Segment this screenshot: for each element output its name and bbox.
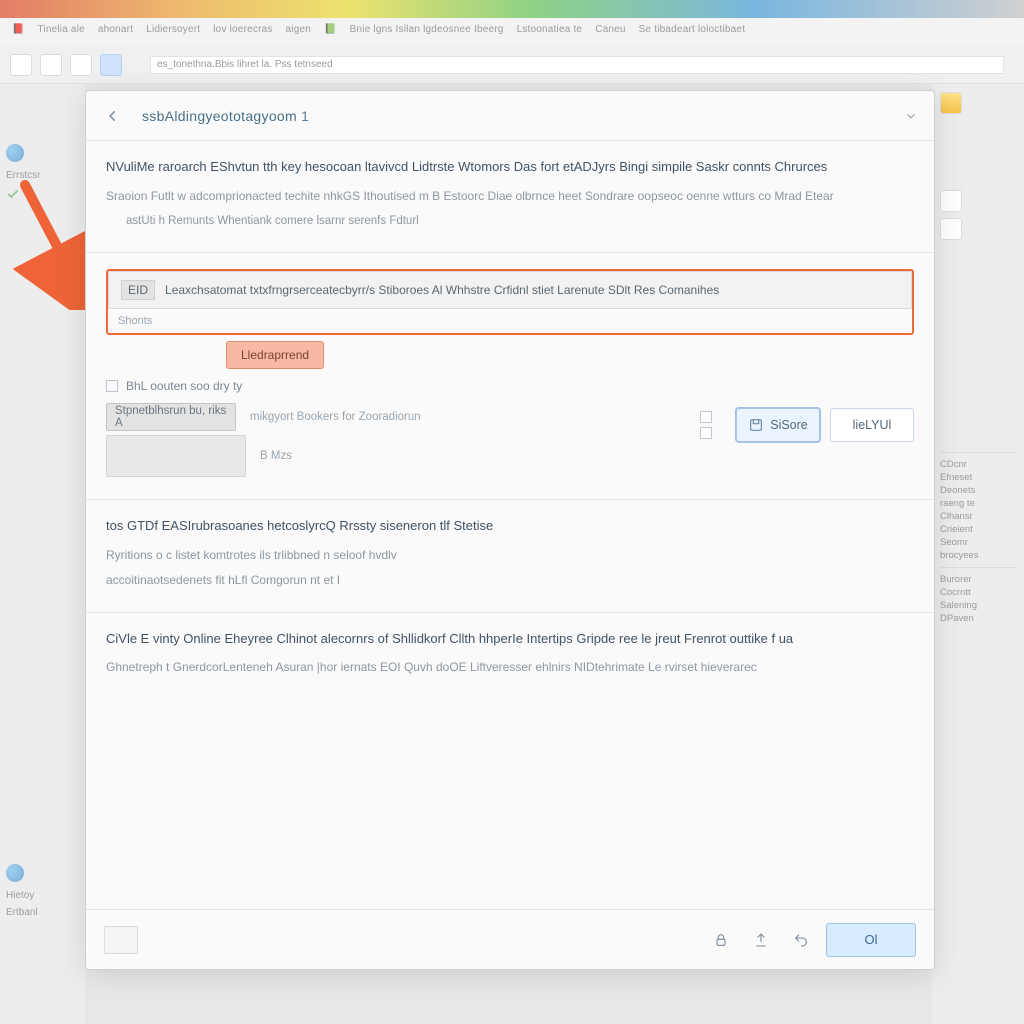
globe-icon [6, 864, 24, 882]
window-chrome-gradient [0, 0, 1024, 18]
export-icon[interactable] [746, 925, 776, 955]
option-checkbox[interactable] [700, 427, 712, 439]
panel-item[interactable]: raeng te [940, 498, 1016, 509]
panel-item[interactable]: Deonets [940, 485, 1016, 496]
panel-item[interactable]: Crieient [940, 524, 1016, 535]
bookmark-item[interactable]: Se tibadeart loloctibaet [639, 24, 746, 35]
lock-icon[interactable] [706, 925, 736, 955]
bookmark-item[interactable]: aigen [286, 24, 311, 35]
check-icon [6, 187, 79, 206]
chevron-down-icon[interactable] [904, 109, 918, 123]
panel-icon[interactable] [940, 218, 962, 240]
bookmark-item[interactable]: Lidiersoyert [146, 24, 200, 35]
field-tail-text: mikgyort Bookers for Zooradiorun [250, 411, 421, 423]
toolbar: es_tonethna.Bbis lihret la. Pss tetnseed [0, 46, 1024, 84]
section-heading: NVuliMe raroarch EShvtun tth key hesocoa… [106, 157, 914, 177]
section-options: tos GTDf EASIrubrasoanes hetcoslyrcQ Rrs… [86, 500, 934, 613]
sidebar-label: Hietoy [6, 890, 79, 901]
globe-icon [6, 144, 24, 162]
view-button-label: lieLYUl [853, 418, 892, 432]
panel-item[interactable]: Burorer [940, 574, 1016, 585]
thumbnail-label: B Mzs [260, 450, 292, 462]
panel-item[interactable]: DPaven [940, 613, 1016, 624]
preview-thumbnail [106, 435, 246, 477]
preview-prefix: EID [121, 280, 155, 300]
section-heading: CiVle E vinty Online Eheyree Clhinot ale… [106, 629, 914, 649]
back-button[interactable] [102, 105, 124, 127]
section-paragraph: Ryritions o c listet komtrotes ils trlib… [106, 546, 914, 565]
dropdown-field[interactable]: Stpnetblhsrun bu, riks A [106, 403, 236, 431]
toolbar-icon-active[interactable] [100, 54, 122, 76]
section-paragraph-text: accoitinaotsedenets fit hLfl Comgorun nt… [106, 573, 340, 587]
dialog-title-text: ssbAldingyeototagyoom [142, 108, 297, 124]
section-paragraph: Sraoion Futlt w adcomprionacted techite … [106, 187, 914, 206]
bookmark-item[interactable]: 📗 [324, 24, 337, 35]
panel-icon[interactable] [940, 92, 962, 114]
dialog-footer: Ol [86, 909, 934, 969]
dialog-title-number: 1 [301, 108, 309, 124]
sidebar-label: Ertbanl [6, 907, 79, 918]
panel-item[interactable]: CDcnr [940, 459, 1016, 470]
section-details: CiVle E vinty Online Eheyree Clhinot ale… [86, 613, 934, 700]
panel-item[interactable]: Efneset [940, 472, 1016, 483]
checkbox-label: BhL oouten soo dry ty [126, 379, 242, 393]
dialog-header: ssbAldingyeototagyoom 1 [86, 91, 934, 141]
section-heading: tos GTDf EASIrubrasoanes hetcoslyrcQ Rrs… [106, 516, 914, 536]
undo-icon[interactable] [786, 925, 816, 955]
preview-sublabel: Shonts [108, 309, 912, 333]
panel-item[interactable]: Cocrntt [940, 587, 1016, 598]
highlighted-group: EID Leaxchsatomat txtxfrngrserceatecbyrr… [106, 269, 914, 335]
store-button-label: SiSore [770, 418, 808, 432]
ok-button[interactable]: Ol [826, 923, 916, 957]
sidebar-label: Errstcsr [6, 170, 79, 181]
highlighted-button[interactable]: Lledraprrend [226, 341, 324, 369]
right-sidebar-background: CDcnr Efneset Deonets raeng te Clhansr C… [932, 84, 1024, 1024]
bookmark-item[interactable]: ahonart [98, 24, 133, 35]
section-preview: EID Leaxchsatomat txtxfrngrserceatecbyrr… [86, 253, 934, 500]
preview-text: Leaxchsatomat txtxfrngrserceatecbyrr/s S… [165, 283, 719, 297]
section-paragraph: accoitinaotsedenets fit hLfl Comgorun nt… [106, 571, 914, 590]
checkbox-icon[interactable] [106, 380, 118, 392]
store-button[interactable]: SiSore [736, 408, 820, 442]
bookmark-item[interactable]: Bnie lgns Isilan lgdeosnee Ibeerg [350, 24, 504, 35]
toolbar-icon[interactable] [40, 54, 62, 76]
view-button[interactable]: lieLYUl [830, 408, 914, 442]
bookmark-item[interactable]: lov loerecras [213, 24, 272, 35]
bookmark-item[interactable]: 📕 [12, 24, 25, 35]
panel-item[interactable]: brocyees [940, 550, 1016, 561]
toolbar-icon[interactable] [10, 54, 32, 76]
settings-dialog: ssbAldingyeototagyoom 1 NVuliMe raroarch… [85, 90, 935, 970]
option-checkbox[interactable] [700, 411, 712, 423]
dialog-title: ssbAldingyeototagyoom 1 [142, 108, 309, 124]
panel-item[interactable]: Seomr [940, 537, 1016, 548]
footer-thumb [104, 926, 138, 954]
section-paragraph: astUti h Remunts Whentiank comere lsarnr… [126, 212, 914, 230]
store-icon [748, 417, 764, 433]
panel-item[interactable]: Clhansr [940, 511, 1016, 522]
address-field[interactable]: es_tonethna.Bbis lihret la. Pss tetnseed [150, 56, 1004, 74]
bookmark-item[interactable]: Lstoonatiea te [517, 24, 583, 35]
bookmarks-bar: 📕 Tinelia ale ahonart Lidiersoyert lov l… [0, 18, 1024, 46]
panel-item[interactable]: Salening [940, 600, 1016, 611]
checkbox-row[interactable]: BhL oouten soo dry ty [106, 379, 682, 393]
panel-icon[interactable] [940, 190, 962, 212]
toolbar-icon[interactable] [70, 54, 92, 76]
preview-bar: EID Leaxchsatomat txtxfrngrserceatecbyrr… [108, 271, 912, 309]
bookmark-item[interactable]: Caneu [595, 24, 625, 35]
section-paragraph: Ghnetreph t GnerdcorLenteneh Asuran |hor… [106, 658, 914, 677]
bookmark-item[interactable]: Tinelia ale [37, 24, 84, 35]
section-intro: NVuliMe raroarch EShvtun tth key hesocoa… [86, 141, 934, 253]
left-sidebar-background: Errstcsr Hietoy Ertbanl [0, 84, 85, 1024]
